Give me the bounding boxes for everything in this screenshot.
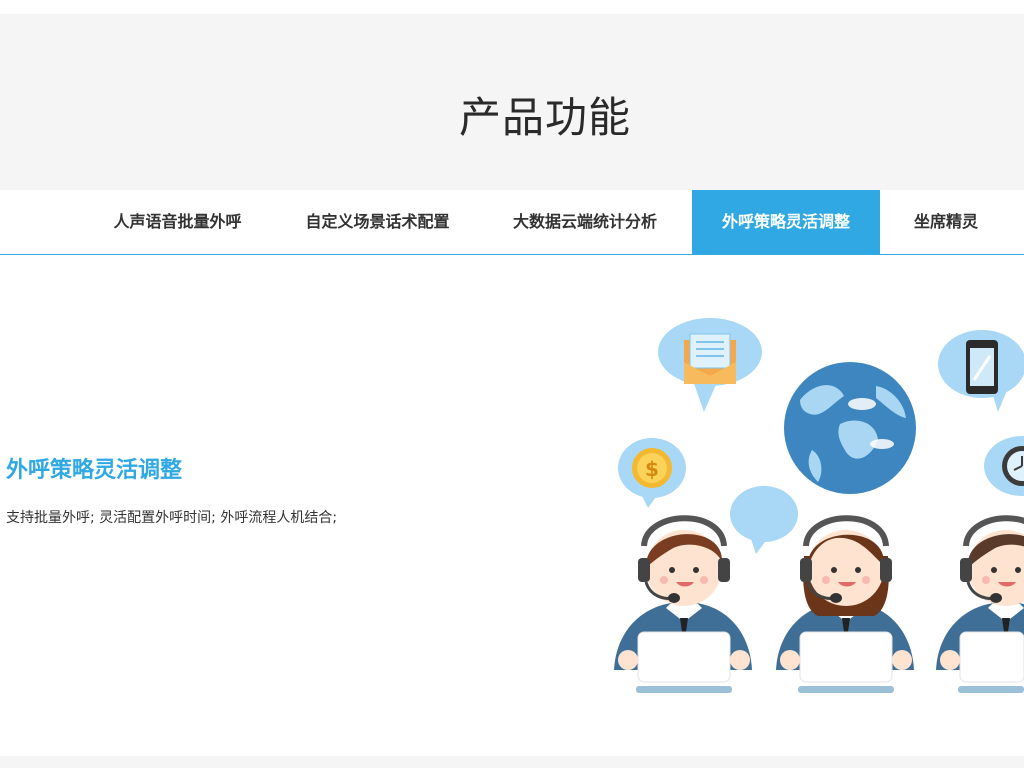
tab-call-strategy[interactable]: 外呼策略灵活调整 <box>692 190 880 254</box>
envelope-icon <box>658 318 762 412</box>
call-center-agent-icon <box>614 515 752 693</box>
svg-text:$: $ <box>645 457 659 481</box>
page-title: 产品功能 <box>458 93 631 142</box>
tab-voice-batch-call[interactable]: 人声语音批量外呼 <box>100 190 255 254</box>
dollar-coin-icon: $ <box>618 438 686 508</box>
hero-banner: 产品功能 <box>0 14 1024 190</box>
bottom-strip <box>0 756 1024 768</box>
speech-bubble-icon <box>730 486 798 554</box>
call-center-agent-icon <box>936 515 1024 693</box>
top-strip <box>0 0 1024 14</box>
tab-bigdata-analytics[interactable]: 大数据云端统计分析 <box>500 190 670 254</box>
call-center-agent-icon <box>776 515 914 693</box>
smartphone-icon <box>938 330 1024 412</box>
clock-icon <box>984 436 1024 496</box>
globe-icon <box>784 362 916 494</box>
feature-description: 支持批量外呼; 灵活配置外呼时间; 外呼流程人机结合; <box>6 510 338 526</box>
page: 产品功能 人声语音批量外呼 自定义场景话术配置 大数据云端统计分析 外呼策略灵活… <box>0 0 1024 768</box>
tab-custom-script-config[interactable]: 自定义场景话术配置 <box>290 190 465 254</box>
call-center-illustration: $ <box>614 318 1024 693</box>
feature-title: 外呼策略灵活调整 <box>6 458 183 483</box>
tab-agent-assistant[interactable]: 坐席精灵 <box>900 190 992 254</box>
feature-tabs: 人声语音批量外呼 自定义场景话术配置 大数据云端统计分析 外呼策略灵活调整 坐席… <box>0 190 1024 255</box>
